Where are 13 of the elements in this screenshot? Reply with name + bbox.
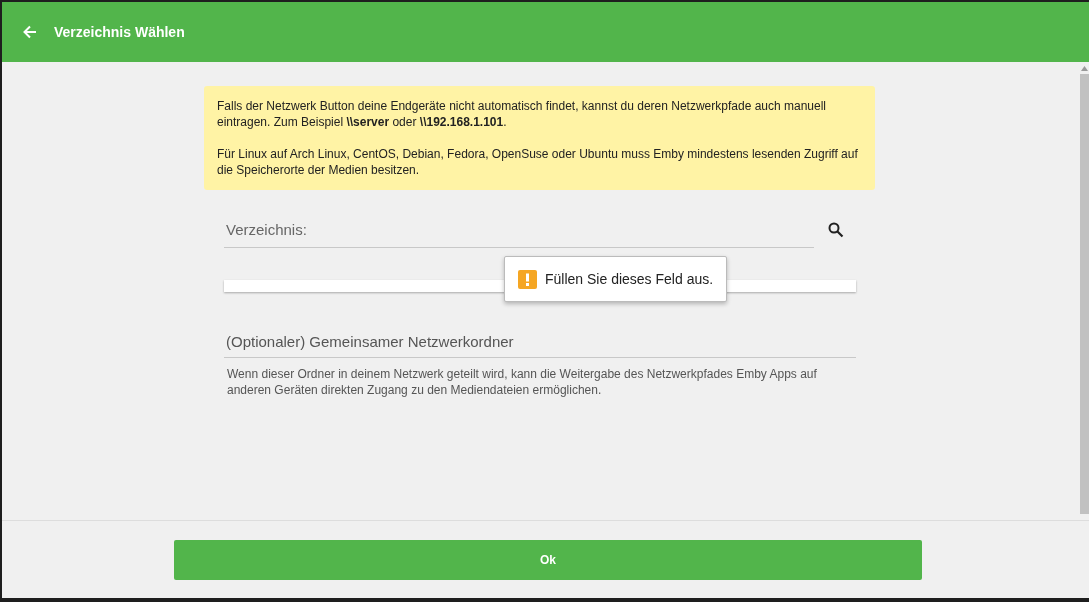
search-icon bbox=[828, 222, 844, 238]
back-button[interactable] bbox=[22, 24, 38, 40]
back-arrow-icon bbox=[22, 24, 38, 40]
ok-button[interactable]: Ok bbox=[174, 539, 922, 580]
warning-icon bbox=[518, 269, 537, 289]
notice-paragraph: Falls der Netzwerk Button deine Endgeräte nicht automatisch findet, kannst du deren Netzwerkpfade auch manuell eintragen. Zum Beispiel \\server oder \\192.168.1.101. bbox=[217, 98, 827, 130]
directory-field[interactable]: Verzeichnis: bbox=[224, 212, 814, 248]
dialog-title: Verzeichnis Wählen bbox=[54, 22, 185, 42]
field-help-text: Wenn dieser Ordner in deinem Netzwerk geteilt wird, kann die Weitergabe des Netzwerkpfades Emby Apps auf anderen Geräten direkten Zugang zu den Mediendateien ermöglichen. bbox=[226, 366, 818, 398]
notice-paragraph: Für Linux auf Arch Linux, CentOS, Debian, Fedora, OpenSuse oder Ubuntu muss Emby mindestens lesenden Zugriff auf die Speicherorte der Medien besitzen. bbox=[217, 146, 859, 178]
network-share-field[interactable]: (Optionaler) Gemeinsamer Netzwerkordner bbox=[224, 326, 856, 358]
scroll-up-icon[interactable] bbox=[1081, 66, 1088, 71]
validation-message: Füllen Sie dieses Feld aus. bbox=[545, 269, 714, 289]
